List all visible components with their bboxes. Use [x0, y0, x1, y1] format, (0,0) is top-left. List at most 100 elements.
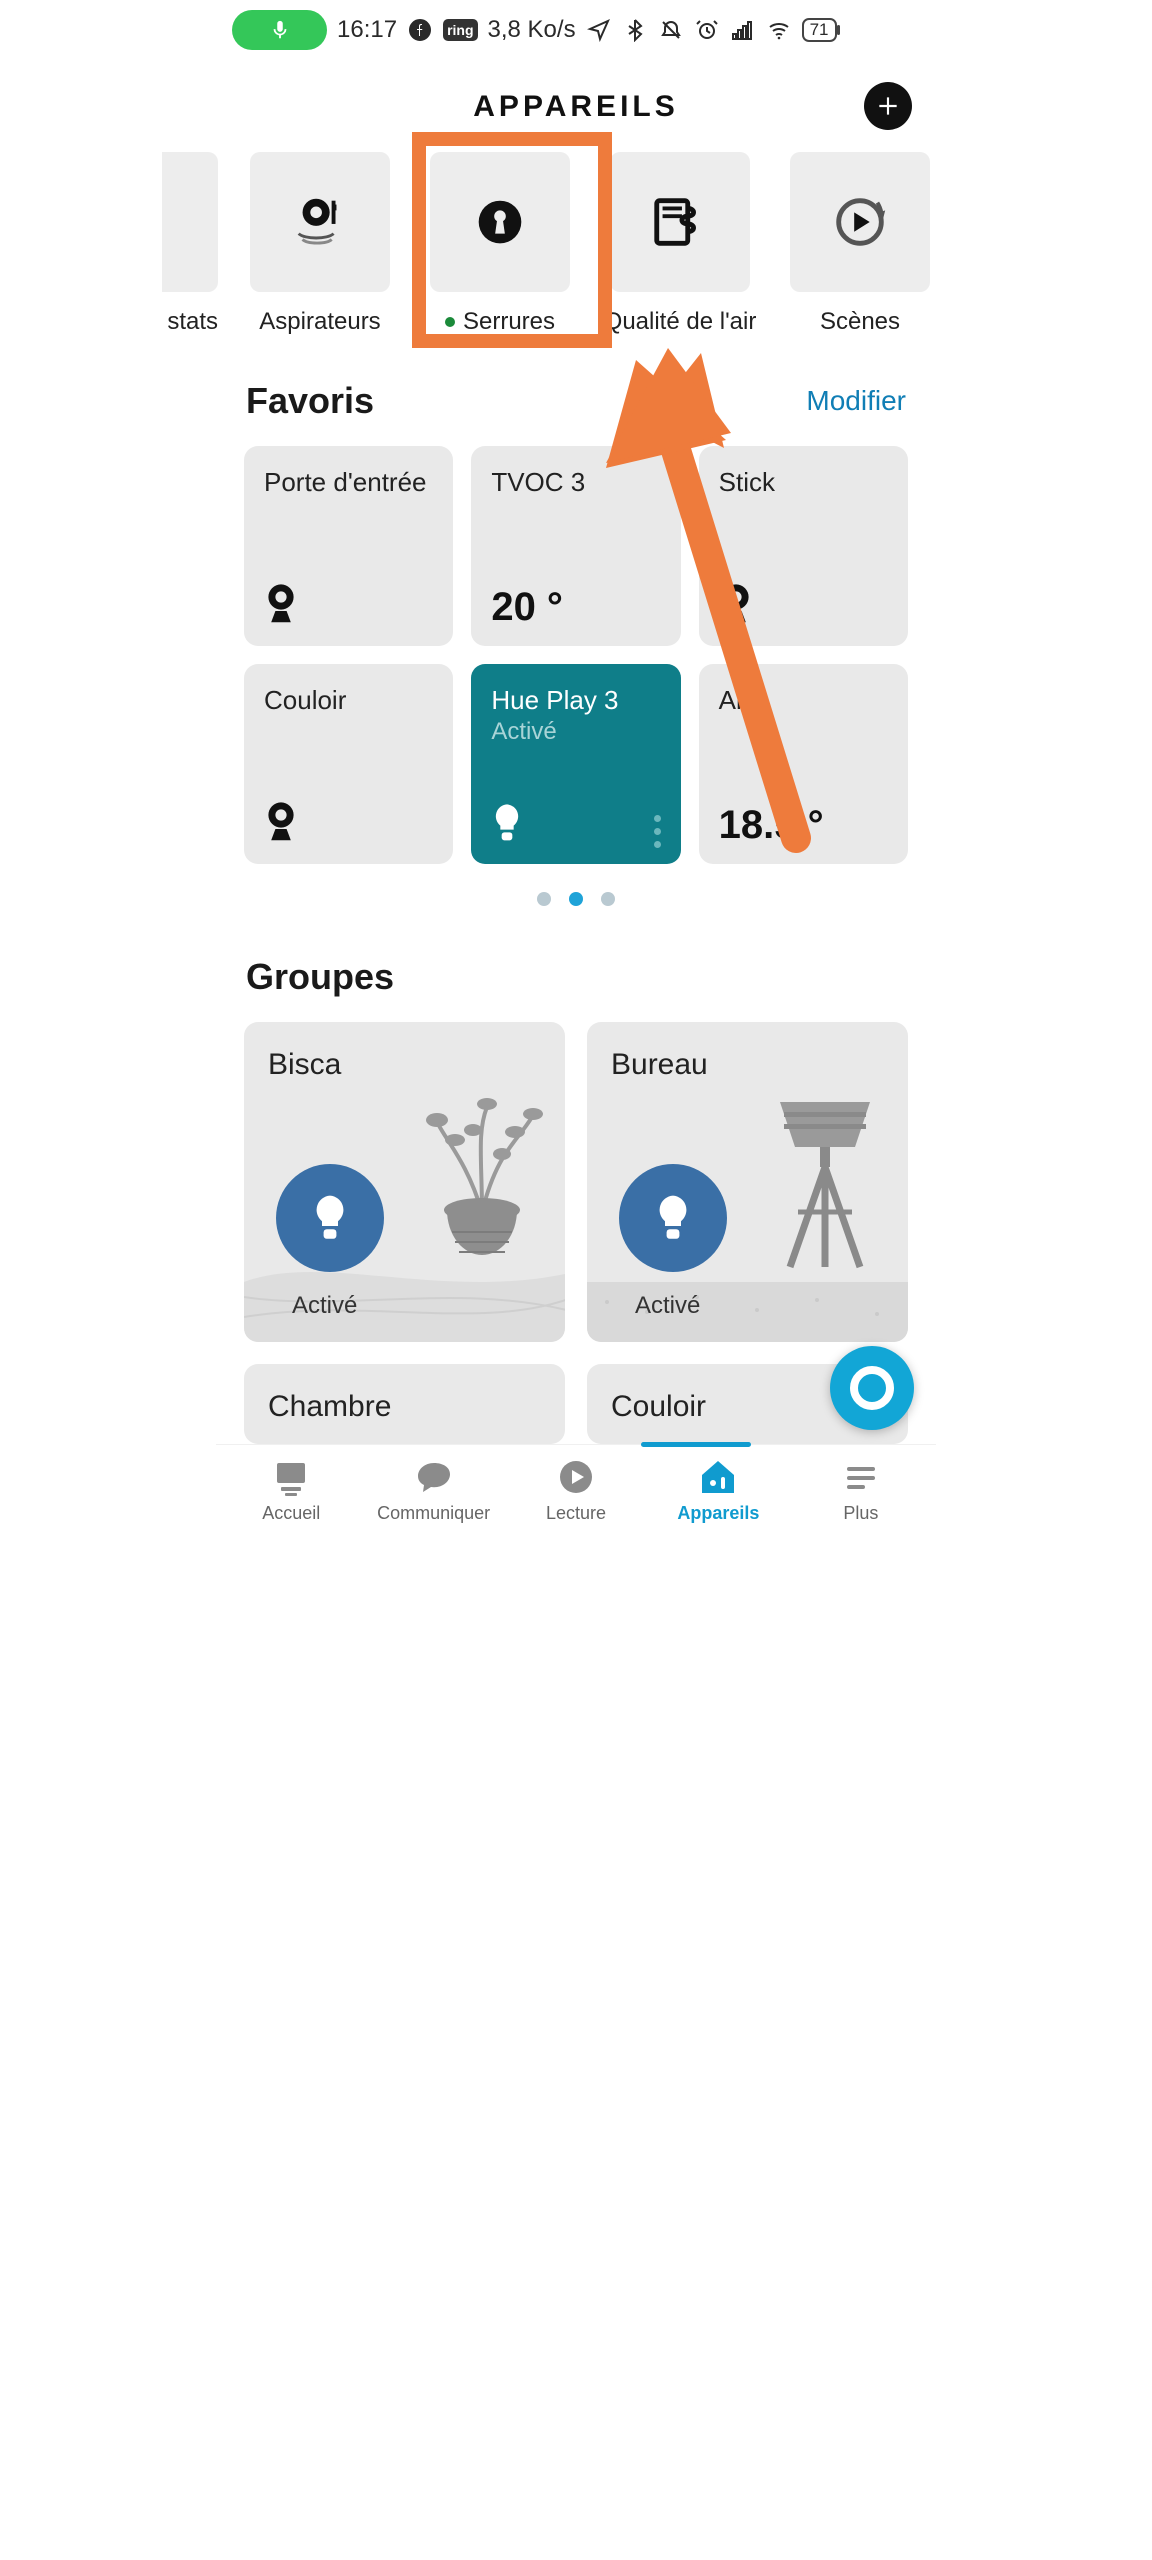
bulb-icon: [653, 1194, 693, 1242]
add-device-button[interactable]: [864, 82, 912, 130]
group-toggle-button[interactable]: [276, 1164, 384, 1272]
group-state: Activé: [292, 1292, 357, 1320]
thermostat-icon: [162, 152, 218, 292]
group-name: Chambre: [268, 1390, 541, 1424]
camera-icon: [264, 801, 298, 848]
mic-active-pill[interactable]: [232, 10, 327, 50]
page-title: APPAREILS: [473, 90, 678, 124]
lamp-illustration-icon: [750, 1092, 900, 1282]
status-time: 16:17: [337, 16, 397, 44]
status-dot-icon: [445, 317, 455, 327]
favorite-name: Porte d'entrée: [264, 468, 433, 498]
battery-level: 71: [802, 18, 837, 42]
page-dot-icon[interactable]: [537, 892, 551, 906]
category-label: Serrures: [445, 308, 555, 336]
groups-header: Groupes: [216, 916, 936, 1004]
more-options-icon[interactable]: [654, 815, 661, 848]
status-data-rate: 3,8 Ko/s: [488, 16, 576, 44]
status-bar: 16:17 ring 3,8 Ko/s 71: [216, 0, 936, 54]
device-category-strip-wrapper: stats Aspirateurs Serrures Qualité de l'…: [216, 142, 936, 346]
group-name: Bisca: [268, 1048, 541, 1082]
nav-label: Communiquer: [377, 1503, 490, 1524]
group-state: Activé: [635, 1292, 700, 1320]
vibrate-icon: [658, 17, 684, 43]
category-scenes[interactable]: Scènes: [782, 152, 936, 336]
cellular-signal-icon: [730, 17, 756, 43]
nav-label: Lecture: [546, 1503, 606, 1524]
category-serrures[interactable]: Serrures: [422, 152, 578, 336]
alexa-ring-icon: [850, 1366, 894, 1410]
group-toggle-button[interactable]: [619, 1164, 727, 1272]
nav-communiquer[interactable]: Communiquer: [362, 1457, 504, 1524]
favorites-heading: Favoris: [246, 380, 374, 422]
lock-icon: [469, 191, 531, 253]
nav-label: Plus: [843, 1503, 878, 1524]
nav-appareils[interactable]: Appareils: [647, 1457, 789, 1524]
bluetooth-icon: [622, 17, 648, 43]
favorite-value: 18.5 °: [719, 803, 888, 848]
nav-label: Accueil: [262, 1503, 320, 1524]
camera-icon: [719, 583, 753, 630]
wifi-icon: [766, 17, 792, 43]
bottom-nav: Accueil Communiquer Lecture Appareils Pl…: [216, 1444, 936, 1538]
nav-active-indicator: [641, 1442, 751, 1447]
location-icon: [586, 17, 612, 43]
page-dot-icon[interactable]: [569, 892, 583, 906]
camera-icon: [264, 583, 298, 630]
favorite-name: Stick: [719, 468, 888, 498]
home-icon: [271, 1457, 311, 1497]
favorite-value: 20 °: [491, 585, 660, 630]
chat-icon: [414, 1457, 454, 1497]
category-label: stats: [167, 308, 218, 336]
group-card-bisca[interactable]: Bisca Activé: [244, 1022, 565, 1342]
alarm-icon: [694, 17, 720, 43]
bulb-icon: [491, 803, 523, 848]
favorite-name: Hue Play 3: [491, 686, 660, 716]
category-aspirateurs[interactable]: Aspirateurs: [242, 152, 398, 336]
scenes-icon: [829, 191, 891, 253]
favorite-card-air[interactable]: Air 18.5 °: [699, 664, 908, 864]
group-card-chambre[interactable]: Chambre: [244, 1364, 565, 1444]
category-label: Scènes: [820, 308, 900, 336]
plant-illustration-icon: [407, 1092, 557, 1282]
alexa-voice-button[interactable]: [830, 1346, 914, 1430]
favorite-card-hue-play-3[interactable]: Hue Play 3 Activé: [471, 664, 680, 864]
favorite-name: Couloir: [264, 686, 433, 716]
groups-grid: Bisca Activé Bureau: [216, 1004, 936, 1444]
play-icon: [556, 1457, 596, 1497]
category-air-quality[interactable]: Qualité de l'air: [602, 152, 758, 336]
group-name: Bureau: [611, 1048, 884, 1082]
ring-app-badge: ring: [443, 19, 477, 41]
page-dot-icon[interactable]: [601, 892, 615, 906]
category-thermostats[interactable]: stats: [162, 152, 218, 336]
plus-icon: [875, 93, 901, 119]
favorite-name: Air: [719, 686, 888, 716]
favorite-card-porte-entree[interactable]: Porte d'entrée: [244, 446, 453, 646]
nav-accueil[interactable]: Accueil: [220, 1457, 362, 1524]
groups-heading: Groupes: [246, 956, 394, 998]
group-card-bureau[interactable]: Bureau Activé: [587, 1022, 908, 1342]
category-label: Aspirateurs: [259, 308, 380, 336]
favorite-card-tvoc3[interactable]: TVOC 3 20 °: [471, 446, 680, 646]
favorite-name: TVOC 3: [491, 468, 660, 498]
microphone-icon: [269, 19, 291, 41]
favorites-grid: Porte d'entrée TVOC 3 20 ° Stick Couloir…: [216, 428, 936, 864]
facebook-icon: [407, 17, 433, 43]
favorite-card-stick[interactable]: Stick: [699, 446, 908, 646]
air-quality-icon: [649, 191, 711, 253]
favorites-header: Favoris Modifier: [216, 346, 936, 428]
category-label: Qualité de l'air: [604, 308, 757, 336]
bulb-icon: [310, 1194, 350, 1242]
menu-icon: [841, 1457, 881, 1497]
device-category-strip[interactable]: stats Aspirateurs Serrures Qualité de l'…: [162, 142, 936, 346]
vacuum-icon: [289, 191, 351, 253]
app-header: APPAREILS: [216, 54, 936, 142]
favorites-edit-button[interactable]: Modifier: [806, 385, 906, 417]
nav-label: Appareils: [677, 1503, 759, 1524]
nav-lecture[interactable]: Lecture: [505, 1457, 647, 1524]
favorites-page-indicator[interactable]: [216, 864, 936, 916]
nav-plus[interactable]: Plus: [790, 1457, 932, 1524]
favorite-state: Activé: [491, 718, 660, 746]
devices-house-icon: [698, 1457, 738, 1497]
favorite-card-couloir[interactable]: Couloir: [244, 664, 453, 864]
